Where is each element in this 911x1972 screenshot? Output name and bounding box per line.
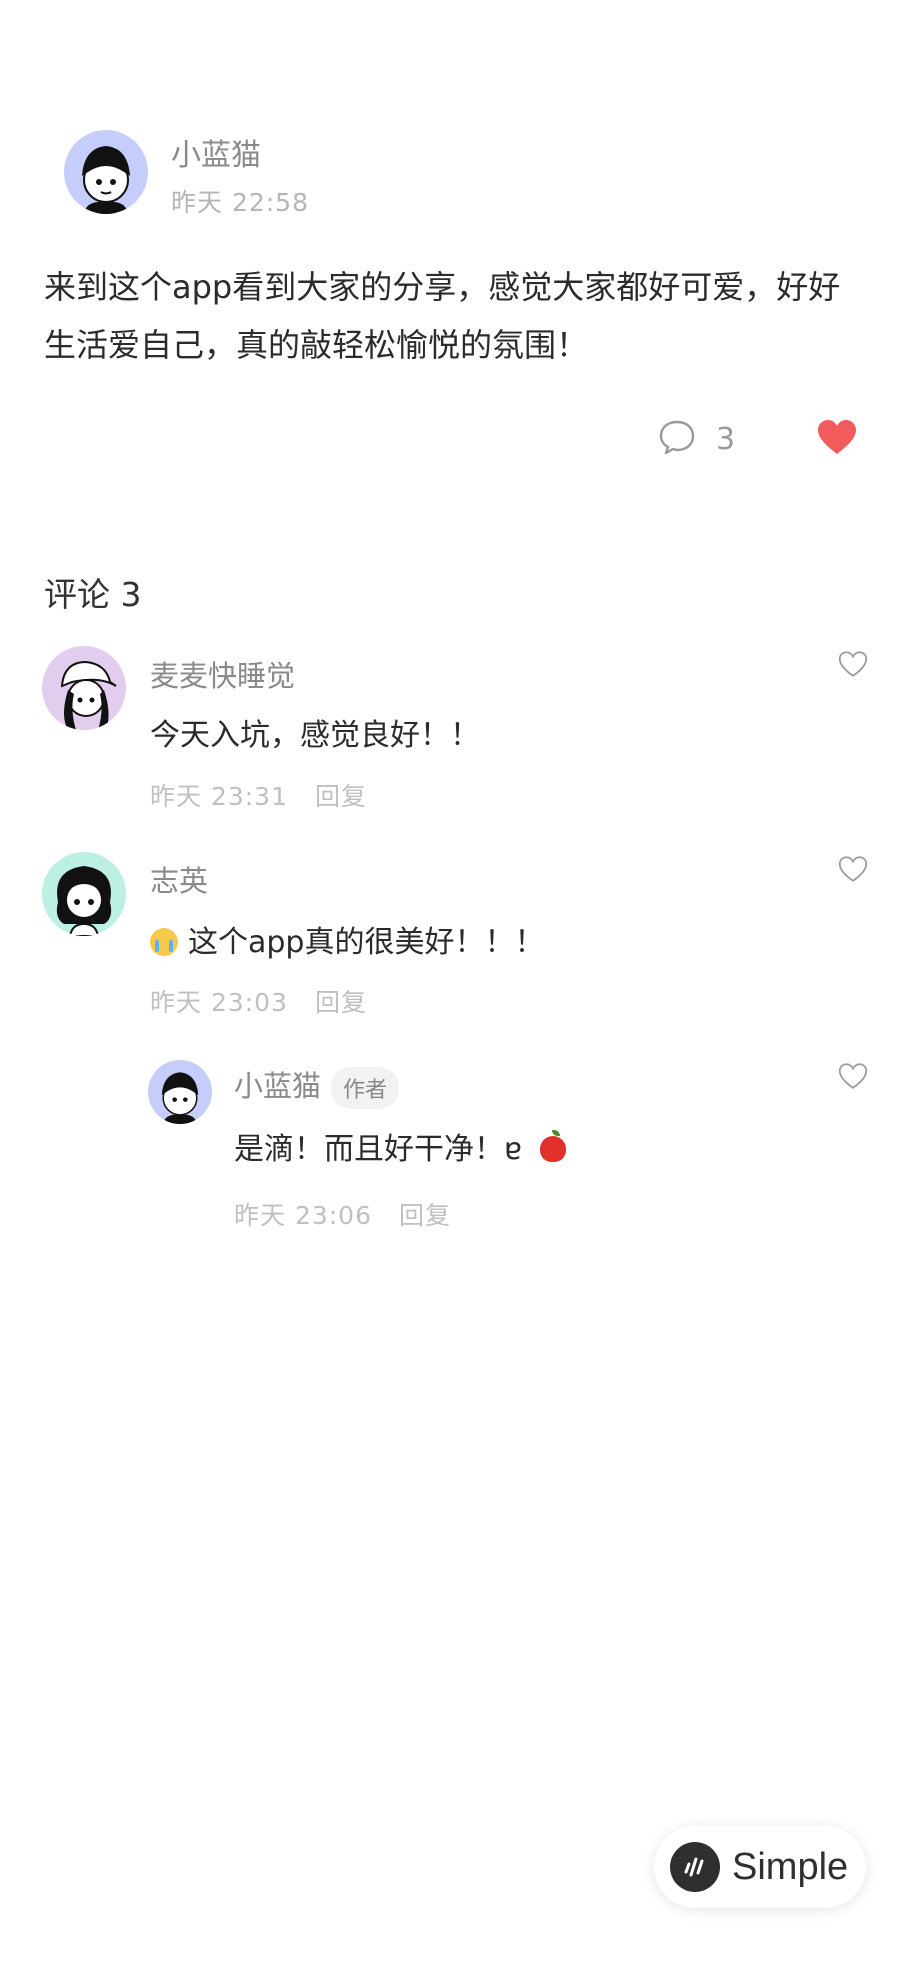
reply-like-heart-icon[interactable] — [837, 1062, 869, 1090]
comment-author-name[interactable]: 麦麦快睡觉 — [150, 653, 295, 695]
comment-avatar[interactable] — [42, 646, 126, 730]
reply-meta: 昨天 23:06 回复 — [234, 1196, 469, 1232]
reply-author-name[interactable]: 小蓝猫 — [234, 1069, 321, 1103]
post-author-avatar[interactable] — [64, 130, 148, 214]
comment-text-row: 这个app真的很美好！！！ — [150, 917, 544, 961]
reply-button[interactable]: 回复 — [315, 988, 367, 1017]
simple-floating-button[interactable]: Simple — [654, 1826, 866, 1908]
comment-meta: 昨天 23:31 回复 — [150, 777, 385, 813]
comment-avatar[interactable] — [42, 852, 126, 936]
comment-time: 昨天 23:03 — [150, 988, 288, 1017]
comment-count[interactable]: 3 — [716, 422, 735, 457]
comment-icon[interactable] — [658, 418, 696, 456]
post-body: 来到这个app看到大家的分享，感觉大家都好可爱，好好生活爱自己，真的敲轻松愉悦的… — [44, 268, 841, 364]
comment-text: 这个app真的很美好！！！ — [188, 925, 545, 960]
reply-author-row: 小蓝猫 作者 — [234, 1063, 400, 1109]
reply-text-row: 是滴！而且好干净！ɐ — [234, 1124, 566, 1168]
apple-emoji-icon — [539, 1130, 566, 1162]
reply-text: 是滴！而且好干净！ɐ — [234, 1132, 532, 1167]
reply-time: 昨天 23:06 — [234, 1201, 372, 1230]
comments-section-title: 评论 3 — [44, 575, 142, 614]
post-author-name[interactable]: 小蓝猫 — [171, 130, 261, 174]
reply-avatar[interactable] — [148, 1060, 212, 1124]
crying-emoji-icon — [150, 928, 178, 956]
comment-meta: 昨天 23:03 回复 — [150, 983, 385, 1019]
comment-time: 昨天 23:31 — [150, 782, 288, 811]
comment-text: 今天入坑，感觉良好！！ — [150, 718, 480, 753]
simple-logo-icon — [670, 1842, 720, 1892]
reply-button[interactable]: 回复 — [315, 782, 367, 811]
comment-like-heart-icon[interactable] — [837, 650, 869, 678]
author-badge: 作者 — [331, 1067, 400, 1109]
simple-label: Simple — [732, 1845, 849, 1888]
reply-button[interactable]: 回复 — [399, 1201, 451, 1230]
comment-author-name[interactable]: 志英 — [150, 858, 208, 900]
like-heart-icon[interactable] — [816, 418, 858, 456]
post-time: 昨天 22:58 — [171, 188, 309, 217]
comment-like-heart-icon[interactable] — [837, 855, 869, 883]
